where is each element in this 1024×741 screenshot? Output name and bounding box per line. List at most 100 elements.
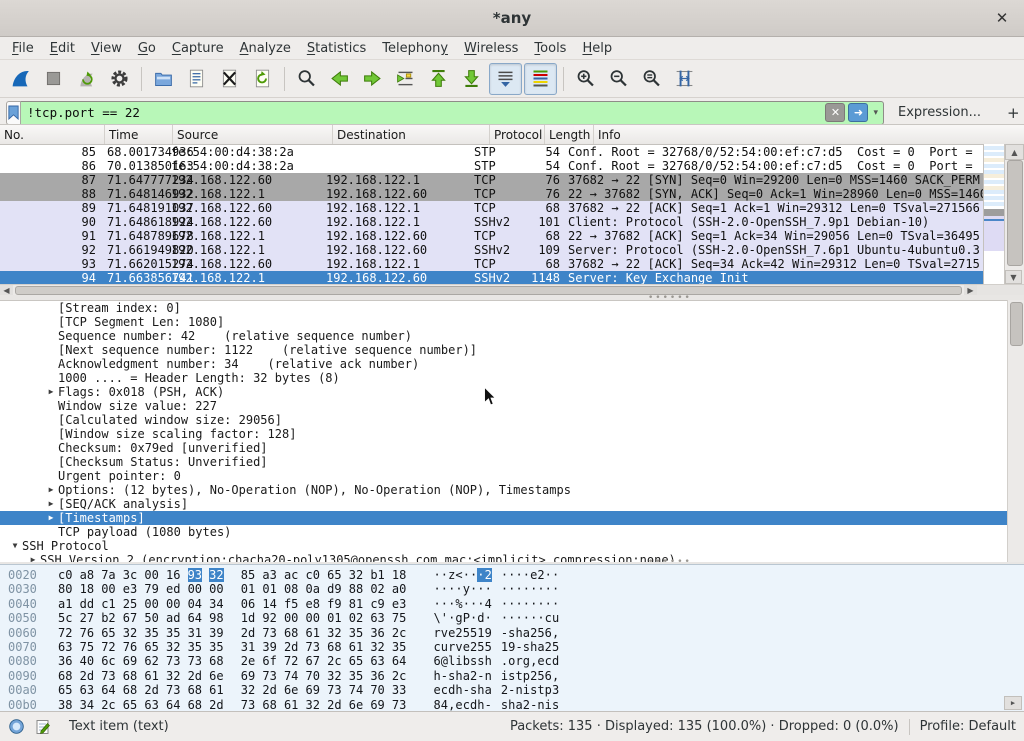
ascii-char[interactable]: \ <box>434 611 441 625</box>
hex-byte[interactable]: 2d <box>144 683 159 697</box>
ascii-char[interactable]: · <box>523 582 530 596</box>
ascii-char[interactable]: · <box>545 568 552 582</box>
hex-byte[interactable]: 2c <box>392 669 407 683</box>
ascii-char[interactable]: h <box>515 626 522 640</box>
start-capture-button[interactable] <box>5 64 36 94</box>
ascii-char[interactable]: p <box>523 669 530 683</box>
capture-options-button[interactable] <box>104 64 135 94</box>
hex-byte[interactable]: 68 <box>123 683 138 697</box>
hex-byte[interactable]: 2d <box>188 669 203 683</box>
hex-byte[interactable]: 32 <box>327 626 342 640</box>
hex-byte[interactable]: 2d <box>327 698 342 712</box>
ascii-char[interactable]: s <box>530 683 537 697</box>
hex-byte[interactable]: 74 <box>284 669 299 683</box>
menu-tools[interactable]: Tools <box>526 39 574 58</box>
ascii-char[interactable]: 5 <box>477 640 484 654</box>
ascii-char[interactable]: h <box>477 683 484 697</box>
hex-byte[interactable]: 02 <box>370 582 385 596</box>
hex-byte[interactable]: 63 <box>80 683 95 697</box>
hex-byte[interactable]: 73 <box>166 654 181 668</box>
hex-byte[interactable]: 32 <box>327 669 342 683</box>
ascii-char[interactable]: · <box>523 611 530 625</box>
hex-byte[interactable]: 2d <box>80 669 95 683</box>
hex-byte[interactable]: 04 <box>188 597 203 611</box>
ascii-char[interactable]: a <box>523 626 530 640</box>
ascii-char[interactable]: h <box>530 640 537 654</box>
filter-clear-button[interactable]: ✕ <box>825 103 845 122</box>
ascii-char[interactable]: l <box>448 654 455 668</box>
column-header-time[interactable]: Time <box>105 125 173 144</box>
detail-vscrollbar[interactable] <box>1007 300 1024 562</box>
menu-wireless[interactable]: Wireless <box>456 39 526 58</box>
hex-byte[interactable]: 01 <box>262 582 277 596</box>
ascii-char[interactable]: · <box>441 568 448 582</box>
colorize-toggle[interactable] <box>524 63 557 95</box>
ascii-char[interactable]: a <box>537 640 544 654</box>
ascii-char[interactable]: ' <box>441 611 448 625</box>
detail-line[interactable]: ▶Flags: 0x018 (PSH, ACK) <box>0 385 1024 399</box>
filter-history-dropdown[interactable]: ▾ <box>873 108 878 118</box>
ascii-char[interactable]: y <box>463 582 470 596</box>
ascii-char[interactable]: o <box>508 654 515 668</box>
zoom-in-button[interactable] <box>570 64 601 94</box>
ascii-char[interactable]: s <box>501 698 508 712</box>
ascii-char[interactable]: 2 <box>530 626 537 640</box>
ascii-char[interactable]: r <box>515 654 522 668</box>
ascii-char[interactable]: · <box>477 582 484 596</box>
ascii-char[interactable]: · <box>508 568 515 582</box>
hex-byte[interactable]: 85 <box>241 568 256 582</box>
ascii-char[interactable]: · <box>530 611 537 625</box>
hex-byte[interactable]: 39 <box>262 640 277 654</box>
hex-byte[interactable]: 68 <box>209 654 224 668</box>
hex-byte[interactable]: 38 <box>58 698 73 712</box>
save-file-button[interactable] <box>181 64 212 94</box>
ascii-char[interactable]: 6 <box>545 626 552 640</box>
hex-byte[interactable]: 00 <box>144 597 159 611</box>
detail-line[interactable]: [Calculated window size: 29056] <box>0 413 1024 427</box>
hex-byte[interactable]: 73 <box>306 640 321 654</box>
ascii-char[interactable]: · <box>477 597 484 611</box>
ascii-char[interactable]: , <box>530 654 537 668</box>
ascii-char[interactable]: · <box>434 582 441 596</box>
hex-row-00b0[interactable]: 00b038342c656364682d736861322d6e697384,e… <box>0 698 1024 712</box>
ascii-char[interactable]: a <box>515 698 522 712</box>
packet-row-86[interactable]: 8670.013850163fe:54:00:d4:38:2aSTP54Conf… <box>0 159 1024 173</box>
hex-byte[interactable]: 36 <box>370 626 385 640</box>
detail-line[interactable]: Checksum: 0x79ed [unverified] <box>0 441 1024 455</box>
hex-byte[interactable]: 6e <box>209 669 224 683</box>
ascii-char[interactable]: · <box>477 568 484 582</box>
ascii-char[interactable]: d <box>470 698 477 712</box>
ascii-char[interactable]: - <box>501 626 508 640</box>
ascii-char[interactable]: - <box>508 683 515 697</box>
ascii-char[interactable]: · <box>463 597 470 611</box>
ascii-char[interactable]: n <box>537 698 544 712</box>
ascii-char[interactable]: - <box>441 669 448 683</box>
hex-byte[interactable]: 73 <box>262 626 277 640</box>
hex-byte[interactable]: 63 <box>370 611 385 625</box>
ascii-char[interactable]: n <box>515 683 522 697</box>
ascii-char[interactable]: % <box>455 597 462 611</box>
menu-telephony[interactable]: Telephony <box>374 39 456 58</box>
hex-byte[interactable]: 2c <box>392 626 407 640</box>
ascii-char[interactable]: e <box>530 568 537 582</box>
hex-byte[interactable]: 64 <box>392 654 407 668</box>
hex-byte[interactable]: 25 <box>123 597 138 611</box>
ascii-char[interactable]: a <box>485 683 492 697</box>
ascii-char[interactable]: · <box>530 582 537 596</box>
ascii-char[interactable]: P <box>463 611 470 625</box>
hex-byte[interactable]: 35 <box>166 626 181 640</box>
hex-byte[interactable]: 73 <box>188 654 203 668</box>
ascii-char[interactable]: · <box>501 597 508 611</box>
hex-byte[interactable]: 76 <box>123 640 138 654</box>
ascii-char[interactable]: 6 <box>545 669 552 683</box>
display-filter-input[interactable] <box>21 105 825 120</box>
packet-row-94[interactable]: 9471.663856741192.168.122.1192.168.122.6… <box>0 271 1024 285</box>
packet-row-92[interactable]: 9271.661949820192.168.122.1192.168.122.6… <box>0 243 1024 257</box>
hex-byte[interactable]: 72 <box>284 654 299 668</box>
hex-byte[interactable]: 65 <box>144 640 159 654</box>
hex-byte[interactable]: c9 <box>370 597 385 611</box>
ascii-char[interactable]: h <box>434 669 441 683</box>
hex-byte[interactable]: c0 <box>58 568 73 582</box>
hex-byte[interactable]: 00 <box>209 582 224 596</box>
hex-byte[interactable]: b1 <box>370 568 385 582</box>
